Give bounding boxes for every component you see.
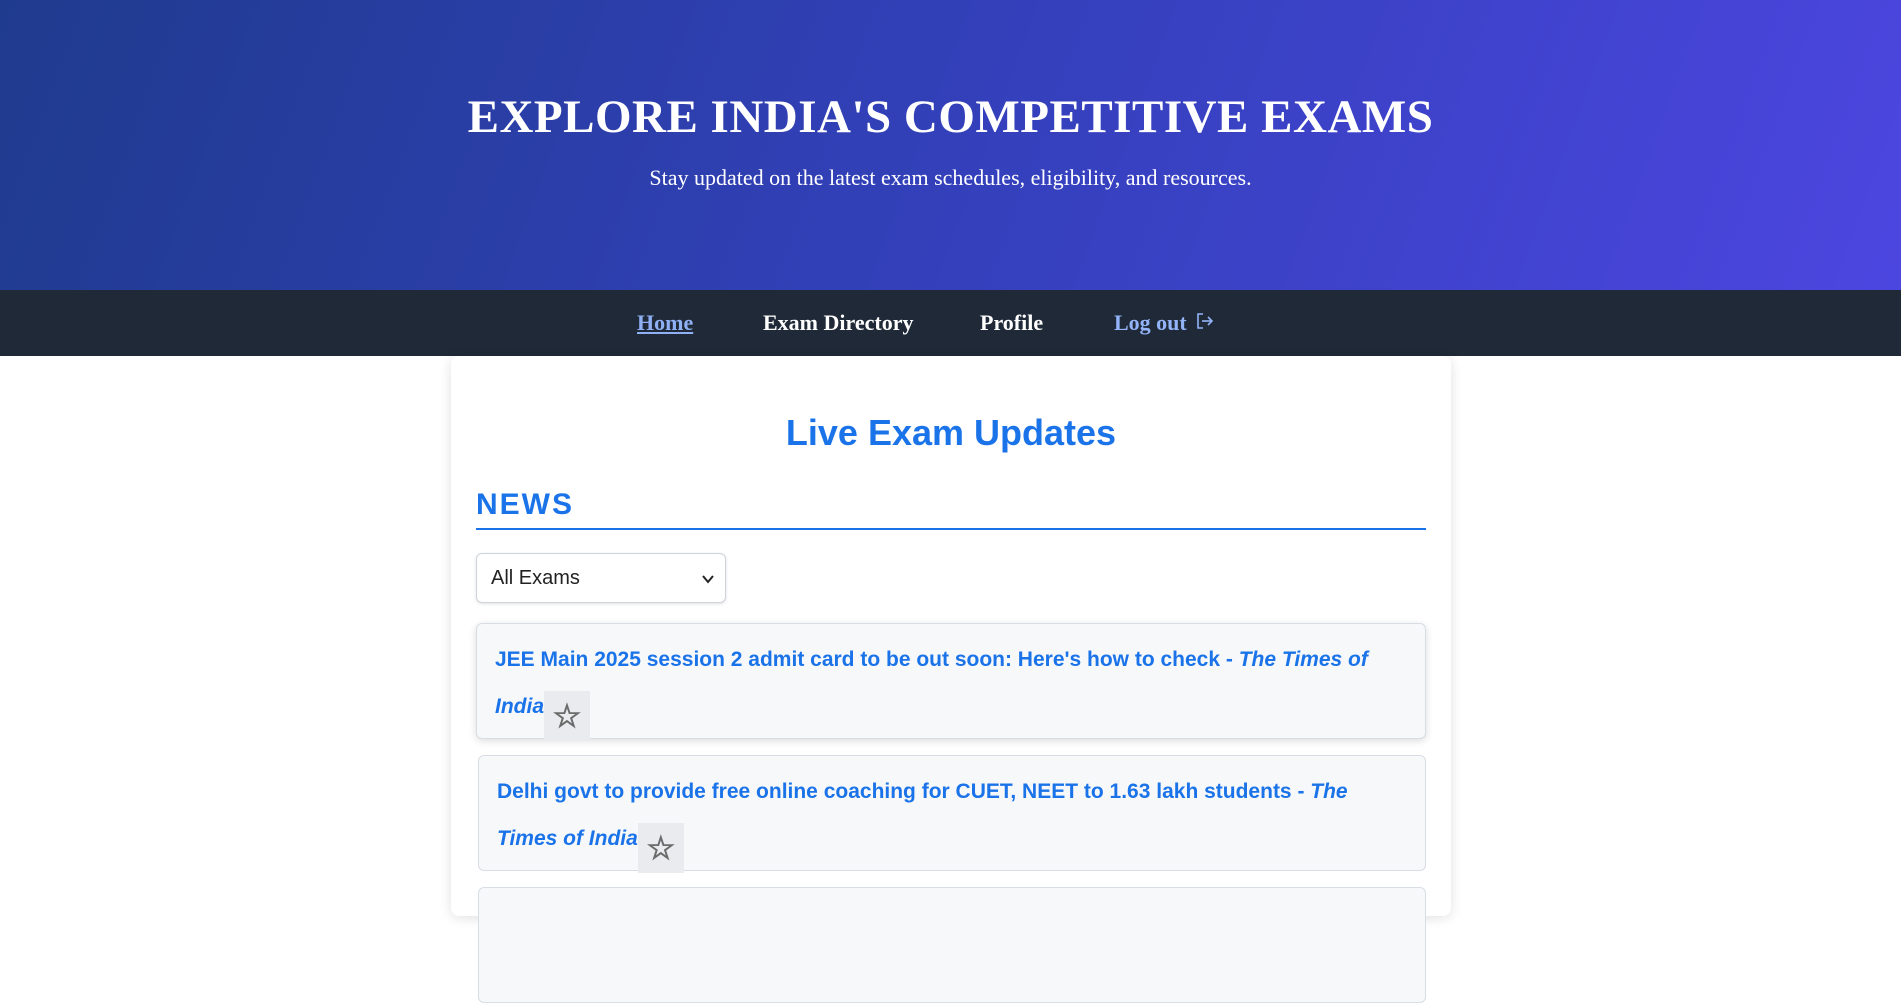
exam-filter-value: All Exams — [491, 567, 580, 589]
nav-home-link[interactable]: Home — [637, 310, 693, 336]
live-updates-panel: Live Exam Updates NEWS All Exams JEE Mai… — [451, 356, 1451, 1003]
news-item: Delhi govt to provide free online coachi… — [478, 755, 1426, 873]
main-navbar: Home Exam Directory Profile Log out — [0, 290, 1901, 356]
chevron-down-icon — [702, 575, 714, 584]
nav-logout-link[interactable]: Log out — [1114, 310, 1215, 336]
nav-profile-link[interactable]: Profile — [980, 310, 1043, 336]
hero-subtitle: Stay updated on the latest exam schedule… — [649, 165, 1252, 190]
news-section-heading: NEWS — [476, 488, 1426, 530]
live-updates-title: Live Exam Updates — [785, 412, 1117, 453]
news-headline-link[interactable]: JEE Main 2025 session 2 admit card to be… — [495, 648, 1368, 718]
logout-icon — [1197, 313, 1214, 329]
news-headline-link[interactable]: Delhi govt to provide free online coachi… — [497, 780, 1348, 850]
hero-banner: EXPLORE INDIA'S COMPETITIVE EXAMS Stay u… — [0, 0, 1901, 290]
news-item-partial — [478, 887, 1426, 1003]
news-headline: JEE Main 2025 session 2 admit card to be… — [495, 648, 1239, 671]
exam-filter-select[interactable]: All Exams — [476, 553, 726, 603]
news-text: Delhi govt to provide free online coachi… — [497, 768, 1407, 873]
hero-title: EXPLORE INDIA'S COMPETITIVE EXAMS — [467, 91, 1434, 143]
news-headline: Delhi govt to provide free online coachi… — [497, 780, 1311, 803]
bookmark-star-icon[interactable]: ☆ — [637, 823, 684, 873]
bookmark-star-icon[interactable]: ☆ — [544, 691, 591, 741]
news-text: JEE Main 2025 session 2 admit card to be… — [495, 636, 1405, 741]
logout-label: Log out — [1114, 310, 1187, 335]
news-item: JEE Main 2025 session 2 admit card to be… — [476, 623, 1426, 741]
nav-exam-directory-link[interactable]: Exam Directory — [763, 310, 914, 336]
